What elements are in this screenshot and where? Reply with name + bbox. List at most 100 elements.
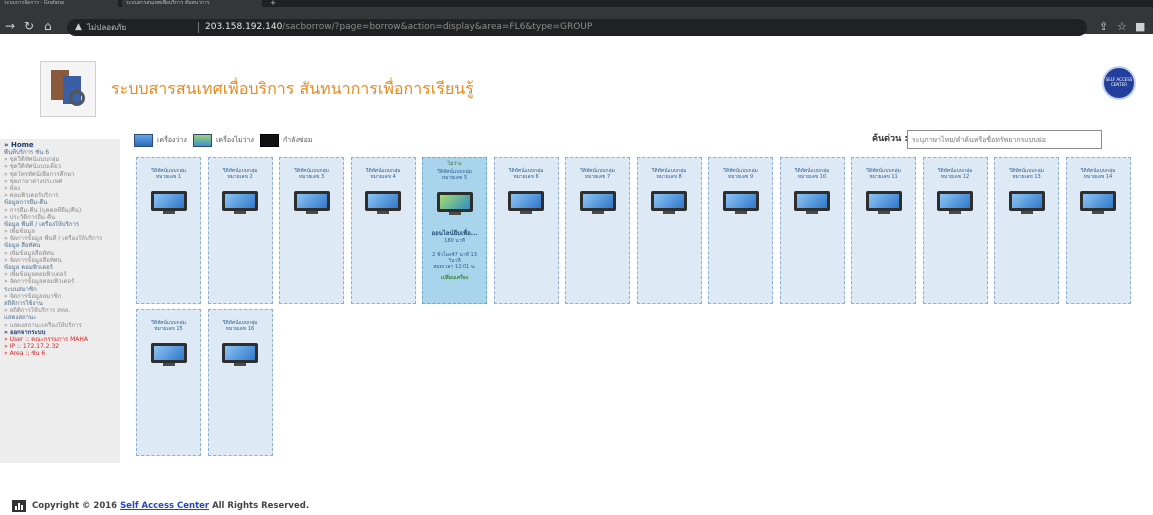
room-number: หมายเลข 16 (225, 326, 255, 332)
tab-title: ระบบสารสนเทศเพื่อบริการ สันทนาการ (126, 0, 210, 6)
room-card[interactable]: วีดิทัศน์แบบกลุ่ม หมายเลข 12 (922, 157, 988, 304)
busy-legend-icon (193, 134, 212, 147)
site-title: ระบบสารสนเทศเพื่อบริการ สันทนาการเพื่อกา… (111, 79, 474, 98)
sidebar-item[interactable]: » การยืม-คืน (บุคคลที่ยืม/คืน) (0, 207, 120, 214)
share-icon[interactable]: ⇪ (1099, 20, 1108, 34)
legend-available-label: เครื่องว่าง (157, 136, 187, 144)
room-status: ไม่ว่าง (447, 161, 462, 167)
page-header: ระบบสารสนเทศเพื่อบริการ สันทนาการเพื่อกา… (20, 51, 1145, 127)
sidebar-item[interactable]: » จัดการข้อมูลคอมพิวเตอร์ (0, 278, 120, 285)
sidebar-item[interactable]: » คอมพิวเตอร์บริการ (0, 192, 120, 199)
monitor-icon (1080, 191, 1116, 215)
room-number: หมายเลข 1 (155, 174, 182, 180)
security-label: ไม่ปลอดภัย (87, 23, 127, 32)
rights-text: All Rights Reserved. (212, 501, 310, 511)
url-host: 203.158.192.140 (205, 22, 283, 32)
sidebar-item[interactable]: » ชุดวีดิทัศน์แบบกลุ่ม (0, 156, 120, 163)
sidebar-item[interactable]: » ประวัติการยืม-คืน (0, 214, 120, 221)
sidebar-item[interactable]: » จัดการข้อมูลสมาชิก (0, 293, 120, 300)
room-end-time: หมดเวลา 12:01 น. (433, 264, 476, 270)
room-user: ออนไลน์ยืมเพื่อ... (431, 230, 478, 237)
sidebar-item[interactable]: » ชุดภาษาต่างประเทศ (0, 178, 120, 185)
room-card[interactable]: วีดิทัศน์แบบกลุ่ม หมายเลข 9 (708, 157, 773, 304)
monitor-icon (222, 191, 258, 215)
forward-icon[interactable]: → (5, 19, 15, 33)
sidebar-item: » User :: คณะกรรมการ MAHA (4, 335, 88, 343)
room-card[interactable]: วีดิทัศน์แบบกลุ่ม หมายเลข 14 (1065, 157, 1131, 304)
browser-tabstrip: ระบบการจัดการ - Grafana ระบบสารสนเทศเพื่… (0, 0, 1153, 7)
sidebar-item[interactable]: » เพิ่มข้อมูล (0, 228, 120, 235)
monitor-icon (222, 343, 258, 367)
monitor-icon (579, 191, 616, 215)
monitor-icon (722, 191, 759, 215)
room-number: หมายเลข 13 (1012, 174, 1041, 180)
room-card[interactable]: วีดิทัศน์แบบกลุ่ม หมายเลข 16 (207, 309, 273, 456)
browser-tab-active[interactable]: ระบบสารสนเทศเพื่อบริการ สันทนาการ (122, 0, 262, 7)
sidebar-item[interactable]: » แสดงสถานะเครื่องให้บริการ (0, 322, 120, 329)
room-card[interactable]: วีดิทัศน์แบบกลุ่ม หมายเลข 13 (994, 157, 1059, 304)
monitor-icon (1008, 191, 1045, 215)
sidebar-item: สถิติการใช้งาน (4, 299, 43, 307)
sidebar-item[interactable]: » ห้อง (0, 185, 120, 192)
self-access-center-link[interactable]: Self Access Center (120, 501, 209, 511)
copyright-text: Copyright © 2016 (32, 501, 118, 511)
quick-search-label: ค้นด่วน : (872, 134, 908, 144)
change-machine-link[interactable]: เปลี่ยนเครื่อง (423, 275, 486, 281)
sidebar-item[interactable]: » ชุดวีดิทัศน์แบบเดี่ยว (0, 163, 120, 170)
room-card[interactable]: ไม่ว่าง วีดิทัศน์แบบกลุ่ม หมายเลข 5 ออนไลน์… (422, 157, 487, 304)
bookmark-star-icon[interactable]: ☆ (1117, 20, 1127, 34)
room-card[interactable]: วีดิทัศน์แบบกลุ่ม หมายเลข 7 (565, 157, 630, 304)
monitor-icon (794, 191, 830, 215)
warning-icon[interactable]: ▲ (75, 19, 82, 36)
legend-maintenance-label: กำลังซ่อม (283, 136, 313, 144)
room-time-used: 2 ชั่วโมง47 นาที 13 วินาที (432, 252, 477, 264)
sidebar-item[interactable]: » จัดการข้อมูล พื้นที่ / เครื่องให้บริกา… (0, 235, 120, 242)
sidebar-item[interactable]: » ออกจากระบบ (0, 329, 120, 336)
sidebar-item: » Area :: ชั้น 6 (4, 350, 46, 358)
room-card[interactable]: วีดิทัศน์แบบกลุ่ม หมายเลข 3 (279, 157, 344, 304)
home-icon[interactable]: ⌂ (44, 19, 52, 33)
sidebar-item: ข้อมูล สื่อทัศน (4, 242, 41, 250)
room-number: หมายเลข 2 (227, 174, 253, 180)
room-card[interactable]: วีดิทัศน์แบบกลุ่ม หมายเลข 11 (851, 157, 916, 304)
room-number: หมายเลข 8 (656, 174, 682, 180)
room-card[interactable]: วีดิทัศน์แบบกลุ่ม หมายเลข 4 (350, 157, 416, 304)
sidebar-item[interactable]: » สถิติการใช้บริการ สทล. (0, 307, 120, 314)
monitor-icon (651, 191, 687, 215)
room-minutes: 180 นาที (444, 238, 465, 244)
sidebar-item[interactable]: » เพิ่มข้อมูลสื่อทัศน (0, 250, 120, 257)
monitor-icon (508, 191, 544, 215)
sidebar-item: ข้อมูล พื้นที่ / เครื่องให้บริการ (4, 220, 80, 228)
chart-icon (12, 500, 26, 512)
sidebar-item[interactable]: » Home (0, 139, 120, 149)
monitor-icon (365, 191, 401, 215)
self-access-center-badge: SELF ACCESS CENTER (1102, 66, 1136, 100)
sidebar-item: พื้นที่บริการ ชั้น 6 (4, 149, 50, 156)
room-card[interactable]: วีดิทัศน์แบบกลุ่ม หมายเลข 15 (136, 309, 201, 456)
maintenance-legend-icon (260, 134, 279, 147)
new-tab-button[interactable]: + (266, 0, 280, 7)
room-number: หมายเลข 5 (441, 175, 468, 181)
room-card[interactable]: วีดิทัศน์แบบกลุ่ม หมายเลข 6 (493, 157, 559, 304)
monitor-icon (150, 343, 187, 367)
quick-search-input[interactable] (907, 130, 1102, 149)
sidebar-item: แสดงสถานะ (4, 314, 37, 322)
room-number: หมายเลข 12 (940, 174, 970, 180)
room-card[interactable]: วีดิทัศน์แบบกลุ่ม หมายเลข 10 (779, 157, 845, 304)
sidebar-item[interactable]: » ชุดโทรทัศน์เพื่อการศึกษา (0, 171, 120, 178)
room-number: หมายเลข 14 (1083, 174, 1113, 180)
room-number: หมายเลข 10 (797, 174, 827, 180)
browser-toolbar: → ↻ ⌂ ▲ ไม่ปลอดภัย 203.158.192.140/sacbo… (0, 7, 1153, 36)
window-icon[interactable]: ■ (1135, 20, 1145, 34)
sidebar-item[interactable]: » จัดการข้อมูลสื่อทัศน (0, 257, 120, 264)
room-number: หมายเลข 7 (584, 174, 611, 180)
reload-icon[interactable]: ↻ (24, 19, 34, 33)
room-card[interactable]: วีดิทัศน์แบบกลุ่ม หมายเลข 1 (136, 157, 201, 304)
sidebar-item: ระบบสมาชิก (4, 285, 37, 293)
browser-tab[interactable]: ระบบการจัดการ - Grafana (0, 0, 118, 7)
available-legend-icon (134, 134, 153, 147)
room-card[interactable]: วีดิทัศน์แบบกลุ่ม หมายเลข 8 (636, 157, 702, 304)
address-bar[interactable]: ▲ ไม่ปลอดภัย 203.158.192.140/sacborrow/?… (67, 19, 1087, 36)
room-card[interactable]: วีดิทัศน์แบบกลุ่ม หมายเลข 2 (207, 157, 273, 304)
sidebar-item[interactable]: » เพิ่มข้อมูลคอมพิวเตอร์ (0, 271, 120, 278)
